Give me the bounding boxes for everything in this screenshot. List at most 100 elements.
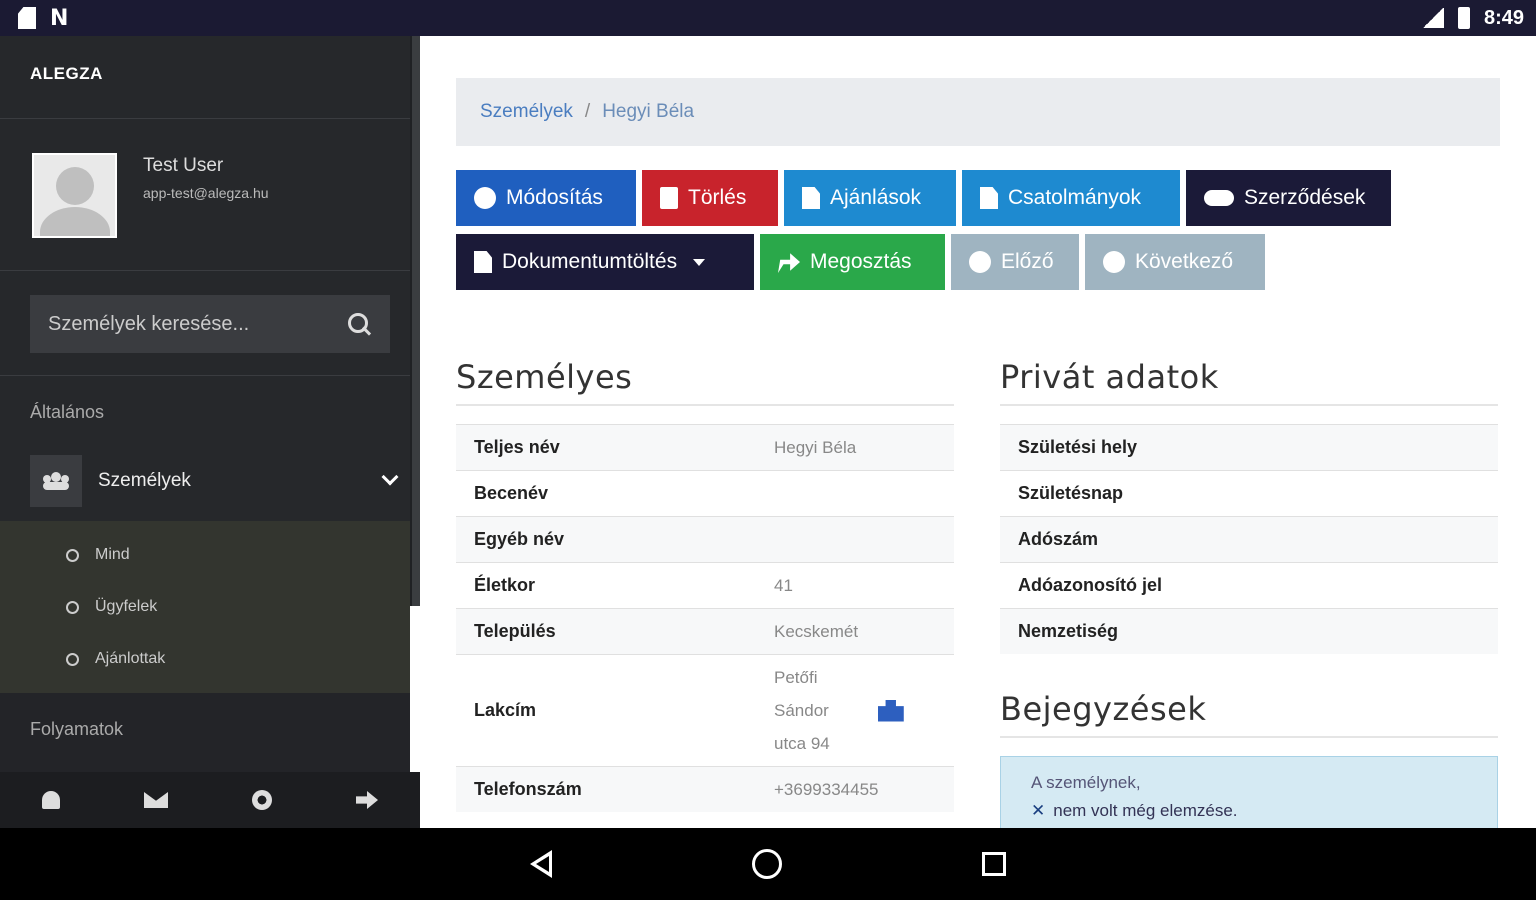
address-line: Sándor (774, 701, 829, 720)
delete-button[interactable]: Törlés (642, 170, 778, 226)
action-row-1: Módosítás Törlés Ajánlások Csatolmányok … (456, 170, 1391, 226)
address-line: Petőfi (774, 668, 818, 687)
subnav-item-referred[interactable]: Ajánlottak (0, 633, 420, 685)
search-icon[interactable] (346, 311, 372, 337)
back-icon[interactable] (530, 850, 552, 878)
table-row: Település Kecskemét (456, 608, 954, 654)
mail-icon[interactable] (144, 792, 168, 808)
private-section: Privát adatok Születési hely Születésnap… (1000, 358, 1498, 828)
circle-icon (66, 652, 79, 666)
circle-icon (66, 600, 79, 614)
breadcrumb-separator: / (584, 101, 591, 122)
processes-section: Folyamatok (0, 693, 420, 783)
notification-icon: N (50, 5, 69, 31)
attachments-label: Csatolmányok (1008, 186, 1142, 209)
subnav-label: Ügyfelek (95, 598, 158, 615)
contracts-button[interactable]: Szerződések (1186, 170, 1391, 226)
sidebar-footer (0, 772, 420, 828)
user-email: app-test@alegza.hu (143, 185, 269, 201)
avatar[interactable] (32, 153, 117, 238)
edit-label: Módosítás (506, 186, 603, 209)
contracts-label: Szerződések (1244, 186, 1366, 209)
share-icon (778, 253, 800, 273)
row-key: Egyéb név (474, 529, 565, 549)
table-row: Születésnap (1000, 470, 1498, 516)
table-row: Egyéb név (456, 516, 954, 562)
arrow-right-circle-icon (1103, 251, 1125, 273)
attachments-button[interactable]: Csatolmányok (962, 170, 1180, 226)
personal-table: Teljes név Hegyi Béla Becenév Egyéb név É… (456, 424, 954, 812)
user-edit-icon (474, 187, 496, 209)
table-row: Becenév (456, 470, 954, 516)
handshake-icon (1204, 190, 1234, 206)
row-key: Születésnap (1018, 483, 1124, 503)
table-row: Nemzetiség (1000, 608, 1498, 654)
search-box (30, 295, 390, 353)
home-icon[interactable] (752, 849, 782, 879)
next-label: Következő (1135, 250, 1234, 273)
row-key: Lakcím (474, 700, 537, 720)
table-row: Adószám (1000, 516, 1498, 562)
document-icon (474, 251, 492, 273)
sidebar: ALEGZA Test User app-test@alegza.hu Álta… (0, 36, 420, 828)
private-title: Privát adatok (1000, 358, 1498, 406)
notice-line: nem volt még elemzése. (1053, 801, 1238, 820)
notice-line: A személynek, (1031, 773, 1141, 792)
private-table: Születési hely Születésnap Adószám Adóaz… (1000, 424, 1498, 654)
delete-label: Törlés (688, 186, 747, 209)
sidebar-item-people[interactable]: Személyek (0, 441, 420, 521)
action-row-2: Dokumentumtöltés Megosztás Előző Követke… (456, 234, 1265, 290)
user-panel: Test User app-test@alegza.hu (0, 119, 420, 271)
arrow-left-circle-icon (969, 251, 991, 273)
table-row: Lakcím Petőfi Sándor utca 94 (456, 654, 954, 766)
row-key: Adószám (1018, 529, 1099, 549)
row-key: Életkor (474, 575, 536, 595)
entries-title: Bejegyzések (1000, 690, 1498, 738)
subnav-item-clients[interactable]: Ügyfelek (0, 581, 420, 633)
table-row: Adóazonosító jel (1000, 562, 1498, 608)
share-button[interactable]: Megosztás (760, 234, 945, 290)
logout-icon[interactable] (356, 791, 378, 809)
personal-section: Személyes Teljes név Hegyi Béla Becenév E… (456, 358, 954, 812)
recent-apps-icon[interactable] (982, 852, 1006, 876)
user-info: Test User app-test@alegza.hu (143, 153, 269, 201)
row-value: Hegyi Béla (774, 437, 857, 457)
x-icon: ✕ (1031, 801, 1046, 820)
row-value[interactable]: +3699334455 (774, 780, 936, 800)
address-line: utca 94 (774, 734, 830, 753)
row-value: Kecskemét (774, 621, 859, 641)
entries-notice: A személynek, ✕ nem volt még elemzése. (1000, 756, 1498, 828)
row-key: Település (474, 621, 556, 641)
edit-button[interactable]: Módosítás (456, 170, 636, 226)
chevron-down-icon[interactable] (381, 468, 399, 486)
share-label: Megosztás (810, 250, 912, 273)
avatar-body (40, 207, 110, 236)
row-key: Becenév (474, 483, 549, 503)
subnav: Mind Ügyfelek Ajánlottak (0, 521, 420, 693)
circle-icon (66, 548, 79, 562)
row-key: Teljes név (474, 437, 560, 457)
bell-icon[interactable] (42, 791, 60, 809)
map-icon[interactable] (877, 699, 904, 722)
download-label: Dokumentumtöltés (502, 250, 678, 273)
subnav-item-all[interactable]: Mind (0, 529, 420, 581)
avatar-head (56, 167, 94, 205)
brand-logo[interactable]: ALEGZA (0, 36, 420, 119)
battery-icon (1457, 7, 1470, 29)
breadcrumb: Személyek / Hegyi Béla (456, 78, 1500, 146)
breadcrumb-root[interactable]: Személyek (480, 101, 573, 123)
people-icon-box (30, 455, 82, 507)
search-container (0, 271, 420, 376)
prev-button[interactable]: Előző (951, 234, 1079, 290)
user-name: Test User (143, 155, 224, 176)
document-download-button[interactable]: Dokumentumtöltés (456, 234, 754, 290)
gear-icon[interactable] (252, 790, 272, 810)
signal-icon (1421, 8, 1444, 28)
section-general: Általános (30, 402, 105, 422)
offers-button[interactable]: Ajánlások (784, 170, 956, 226)
file-icon (980, 187, 998, 209)
table-row: Telefonszám +3699334455 (456, 766, 954, 812)
search-input[interactable] (48, 312, 318, 336)
next-button[interactable]: Következő (1085, 234, 1265, 290)
people-icon (43, 472, 69, 490)
